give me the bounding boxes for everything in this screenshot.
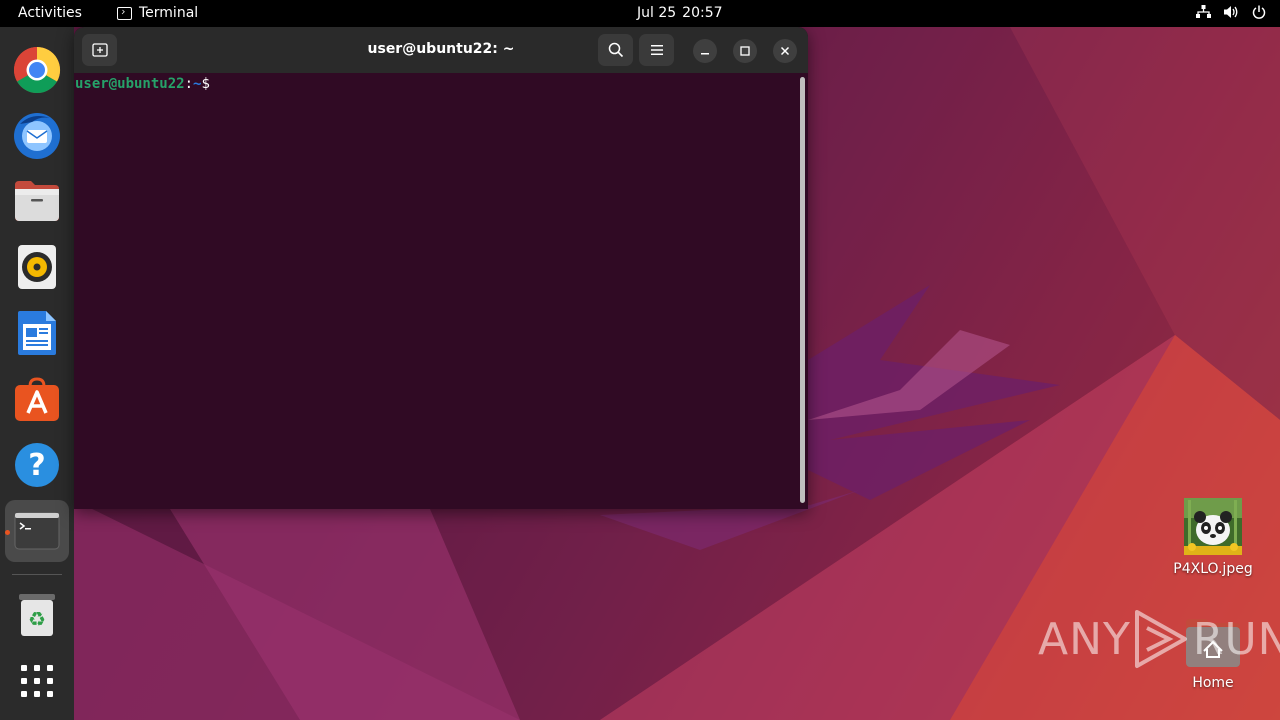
minimize-button[interactable] xyxy=(693,39,717,63)
prompt-symbol: $ xyxy=(201,76,210,92)
menu-button[interactable] xyxy=(639,34,674,66)
clock-time: 20:57 xyxy=(682,5,723,21)
svg-text:♻: ♻ xyxy=(28,607,46,631)
dock-item-writer[interactable] xyxy=(5,302,69,364)
dock-item-help[interactable]: ? xyxy=(5,434,69,496)
minimize-icon xyxy=(701,53,709,55)
hamburger-menu-icon xyxy=(650,45,663,55)
prompt-separator: : xyxy=(184,76,194,92)
grid-icon xyxy=(21,665,53,697)
network-icon[interactable] xyxy=(1196,5,1211,19)
close-icon xyxy=(780,46,790,56)
terminal-scrollbar[interactable] xyxy=(800,77,805,503)
terminal-window[interactable]: user@ubuntu22: ~ user@ubuntu22:~$ xyxy=(74,27,808,509)
watermark-left-text: ANY xyxy=(1038,613,1131,665)
svg-text:?: ? xyxy=(28,448,45,483)
maximize-button[interactable] xyxy=(733,39,757,63)
dock-item-trash[interactable]: ♻ xyxy=(5,584,69,646)
dock-item-chrome[interactable] xyxy=(5,39,69,101)
chrome-icon xyxy=(14,46,61,94)
dock-item-show-apps[interactable] xyxy=(5,650,69,712)
app-menu[interactable]: Terminal xyxy=(117,5,198,21)
rhythmbox-icon xyxy=(18,245,56,289)
volume-icon[interactable] xyxy=(1224,5,1238,19)
running-indicator xyxy=(5,530,10,535)
help-icon: ? xyxy=(15,443,59,487)
dock-separator xyxy=(12,574,62,575)
dock-item-files[interactable] xyxy=(5,170,69,232)
system-tray[interactable] xyxy=(1196,5,1266,19)
dock-item-rhythmbox[interactable] xyxy=(5,236,69,298)
app-menu-label: Terminal xyxy=(139,5,199,21)
desktop-folder-label: Home xyxy=(1192,675,1234,691)
desktop-file-p4xlo[interactable]: P4XLO.jpeg xyxy=(1168,498,1258,577)
dock-item-terminal[interactable] xyxy=(5,500,69,562)
thunderbird-icon xyxy=(14,113,60,159)
clock[interactable]: Jul 25 20:57 xyxy=(637,5,723,21)
dock-item-thunderbird[interactable] xyxy=(5,104,69,166)
image-thumbnail-icon xyxy=(1184,498,1242,555)
terminal-app-icon xyxy=(117,6,132,20)
play-logo-icon xyxy=(1134,610,1187,668)
terminal-headerbar[interactable]: user@ubuntu22: ~ xyxy=(74,27,808,73)
dock: ? ♻ xyxy=(0,27,74,720)
search-button[interactable] xyxy=(598,34,633,66)
trash-icon: ♻ xyxy=(19,594,55,636)
maximize-icon xyxy=(740,46,750,56)
close-button[interactable] xyxy=(773,39,797,63)
terminal-output[interactable]: user@ubuntu22:~$ xyxy=(74,73,808,509)
prompt-user-host: user@ubuntu22 xyxy=(75,76,185,92)
activities-button[interactable]: Activities xyxy=(18,5,82,21)
anyrun-watermark: ANY RUN xyxy=(1038,608,1280,670)
power-icon[interactable] xyxy=(1252,5,1266,19)
writer-icon xyxy=(18,311,56,355)
dock-item-app-center[interactable] xyxy=(5,368,69,430)
top-bar: Activities Terminal Jul 25 20:57 xyxy=(0,0,1280,27)
app-center-icon xyxy=(15,377,59,421)
files-icon xyxy=(15,181,59,221)
watermark-right-text: RUN xyxy=(1192,613,1280,665)
desktop-file-label: P4XLO.jpeg xyxy=(1173,561,1253,577)
terminal-icon xyxy=(14,512,60,550)
search-icon xyxy=(608,42,623,58)
clock-date: Jul 25 xyxy=(637,5,677,21)
